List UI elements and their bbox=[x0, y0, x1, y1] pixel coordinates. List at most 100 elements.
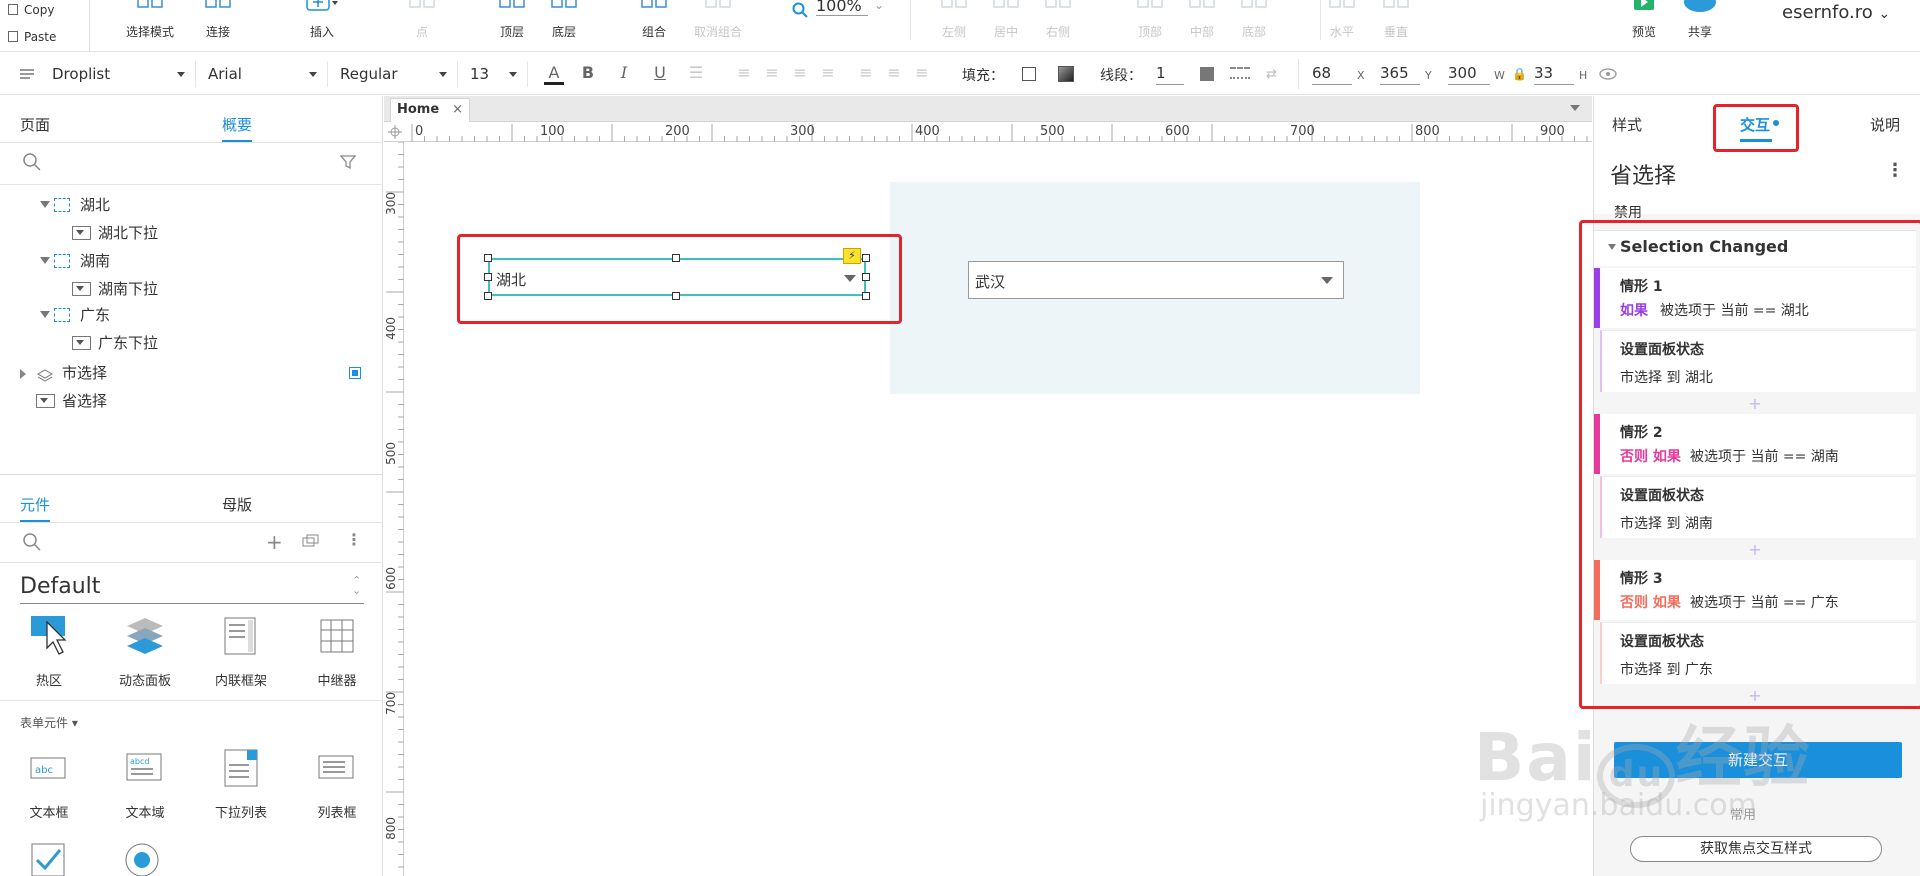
form-section-toggle[interactable]: 表单元件 ▾ bbox=[20, 714, 78, 731]
chevron-down-icon bbox=[309, 72, 317, 77]
toolbar-button-distribute-v[interactable]: 垂直 bbox=[1361, 0, 1431, 52]
search-icon[interactable] bbox=[22, 532, 42, 552]
toolbar-button-insert[interactable]: 插入 bbox=[287, 0, 357, 52]
italic-button[interactable]: I bbox=[614, 63, 634, 82]
font-color-button[interactable]: A bbox=[544, 63, 564, 85]
widget-textfield[interactable]: abc 文本框 bbox=[4, 746, 94, 821]
toolbar-button-align-right[interactable]: 右侧 bbox=[1023, 0, 1093, 52]
collapse-arrow-icon[interactable] bbox=[40, 257, 50, 264]
outline-item-2[interactable]: 湖北下拉 bbox=[0, 218, 383, 248]
toolbar-button-send-back[interactable]: 底层 bbox=[529, 0, 599, 52]
outline-item-6[interactable]: 广东下拉 bbox=[0, 328, 383, 358]
widget-repeater[interactable]: 中继器 bbox=[292, 614, 382, 689]
align-left-text-icon[interactable]: ≡ bbox=[734, 63, 754, 82]
copy-button[interactable]: Copy bbox=[8, 0, 54, 20]
pin-icon[interactable] bbox=[349, 367, 361, 379]
collapse-arrow-icon[interactable] bbox=[40, 201, 50, 208]
close-icon[interactable]: × bbox=[452, 99, 463, 121]
tab-home[interactable]: Home × bbox=[390, 98, 470, 122]
checkbox-widget-icon[interactable] bbox=[30, 842, 66, 876]
tab-outline[interactable]: 概要 bbox=[222, 114, 253, 143]
more-vertical-icon[interactable]: ⋮ bbox=[346, 530, 362, 549]
valign-top-icon[interactable]: ≡ bbox=[856, 63, 876, 82]
x-input[interactable]: 68 bbox=[1312, 61, 1352, 85]
toolbar-button-group[interactable]: 组合 bbox=[619, 0, 689, 52]
outline-item-3[interactable]: 湖南 bbox=[0, 246, 383, 276]
toolbar-button-align-bottom[interactable]: 底部 bbox=[1219, 0, 1289, 52]
outline-search-input[interactable] bbox=[40, 151, 320, 173]
library-select[interactable]: Default bbox=[20, 574, 100, 599]
distribute-h-icon bbox=[1327, 0, 1357, 12]
stroke-label: 线段： bbox=[1100, 68, 1142, 84]
valign-bottom-icon[interactable]: ≡ bbox=[912, 63, 932, 82]
text-area-icon: abcd bbox=[100, 746, 190, 794]
tab-menu-chevron-icon[interactable] bbox=[1570, 105, 1580, 111]
toolbar-button-share[interactable]: 共享 bbox=[1665, 0, 1735, 52]
arrow-style-icon[interactable]: ⇄ bbox=[1266, 67, 1286, 82]
panel-state-icon bbox=[54, 198, 70, 212]
align-top-icon bbox=[1135, 0, 1165, 12]
widget-type-select[interactable]: Droplist bbox=[0, 61, 196, 87]
panel-state-icon bbox=[54, 254, 70, 268]
expand-arrow-icon[interactable] bbox=[20, 369, 26, 379]
user-menu[interactable]: esernfo.ro ⌄ bbox=[1782, 2, 1890, 23]
font-size-select[interactable]: 13 bbox=[458, 61, 528, 87]
widget-listbox[interactable]: 列表框 bbox=[292, 746, 382, 821]
toolbar-button-select-mode[interactable]: 选择模式 bbox=[115, 0, 185, 52]
stroke-width-input[interactable]: 1 bbox=[1156, 61, 1184, 85]
add-library-icon[interactable]: + bbox=[266, 530, 283, 554]
justify-text-icon[interactable]: ≡ bbox=[818, 63, 838, 82]
widget-textarea[interactable]: abcd 文本域 bbox=[100, 746, 190, 821]
widget-name[interactable]: 省选择 bbox=[1610, 158, 1676, 190]
ruler-h-label: 800 bbox=[1415, 124, 1440, 139]
zoom-control[interactable]: 100% ⌄ bbox=[792, 0, 885, 22]
radio-widget-icon[interactable] bbox=[124, 842, 160, 876]
widget-inline-frame[interactable]: 内联框架 bbox=[196, 614, 286, 689]
outline-item-7[interactable]: 市选择 bbox=[0, 358, 383, 388]
toolbar-button-connect[interactable]: 连接 bbox=[183, 0, 253, 52]
filter-icon[interactable] bbox=[340, 154, 358, 170]
search-icon[interactable] bbox=[22, 152, 42, 172]
align-right-icon bbox=[1043, 0, 1073, 12]
widget-hotspot[interactable]: 热区 bbox=[4, 614, 94, 689]
tab-pages[interactable]: 页面 bbox=[20, 114, 50, 135]
paste-button[interactable]: Paste bbox=[8, 27, 56, 47]
toolbar-button-point[interactable]: 点 bbox=[387, 0, 457, 52]
outline-item-1[interactable]: 湖北 bbox=[0, 190, 383, 220]
stroke-color-swatch[interactable] bbox=[1200, 67, 1214, 81]
width-input[interactable]: 300 bbox=[1448, 61, 1490, 85]
collapse-arrow-icon[interactable] bbox=[40, 311, 50, 318]
city-droplist[interactable]: 武汉 bbox=[968, 261, 1344, 299]
widget-droplist[interactable]: 下拉列表 bbox=[196, 746, 286, 821]
tab-style[interactable]: 样式 bbox=[1612, 114, 1642, 135]
lock-icon[interactable]: 🔒 bbox=[1512, 67, 1527, 81]
library-copy-icon[interactable] bbox=[302, 534, 320, 548]
y-input[interactable]: 365 bbox=[1380, 61, 1420, 85]
height-input[interactable]: 33 bbox=[1534, 61, 1574, 85]
align-center-text-icon[interactable]: ≡ bbox=[762, 63, 782, 82]
svg-text:abcd: abcd bbox=[130, 757, 149, 766]
align-right-text-icon[interactable]: ≡ bbox=[790, 63, 810, 82]
tab-notes[interactable]: 说明 bbox=[1870, 114, 1900, 135]
outline-item-5[interactable]: 广东 bbox=[0, 300, 383, 330]
bold-button[interactable]: B bbox=[578, 63, 598, 82]
focus-style-button[interactable]: 获取焦点交互样式 bbox=[1630, 836, 1882, 862]
widget-dynamic-panel[interactable]: 动态面板 bbox=[100, 614, 190, 689]
more-vertical-icon[interactable]: ⋮ bbox=[1886, 160, 1904, 181]
stroke-pattern-icon[interactable] bbox=[1230, 67, 1250, 79]
toolbar-button-ungroup[interactable]: 取消组合 bbox=[683, 0, 753, 52]
underline-button[interactable]: U bbox=[650, 63, 670, 82]
valign-middle-icon[interactable]: ≡ bbox=[884, 63, 904, 82]
sort-arrows-icon[interactable]: ⌃ ⌄ bbox=[352, 575, 361, 596]
zoom-value: 100% bbox=[816, 0, 868, 16]
shadow-icon[interactable] bbox=[1058, 66, 1074, 82]
fill-color-swatch[interactable] bbox=[1022, 67, 1036, 81]
bullet-list-icon[interactable]: ☰ bbox=[686, 63, 706, 82]
tab-masters[interactable]: 母版 bbox=[222, 494, 252, 515]
tab-widgets[interactable]: 元件 bbox=[20, 494, 51, 523]
font-weight-select[interactable]: Regular bbox=[328, 61, 458, 87]
font-family-select[interactable]: Arial bbox=[196, 61, 328, 87]
outline-item-8[interactable]: 省选择 bbox=[0, 386, 383, 416]
visibility-eye-icon[interactable] bbox=[1598, 67, 1618, 81]
chevron-down-icon: ⌄ bbox=[874, 0, 885, 12]
